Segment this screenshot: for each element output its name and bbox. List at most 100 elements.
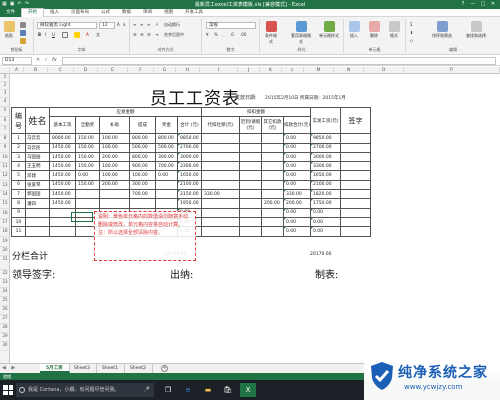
find-select-button[interactable]: 查找和选择: [462, 21, 490, 39]
cell-name[interactable]: 王五明: [25, 161, 50, 172]
cell-total[interactable]: 2100.00: [177, 179, 202, 191]
cell-att[interactable]: 150.00: [75, 151, 100, 163]
cell-dtotal[interactable]: 0.00: [282, 207, 312, 218]
cell-name[interactable]: 郭国国: [25, 189, 50, 200]
cell-leave[interactable]: [239, 151, 262, 163]
cell-total[interactable]: 2700.00: [177, 142, 202, 153]
microphone-icon[interactable]: 🎤: [144, 383, 150, 397]
header-subsidy[interactable]: 补助: [99, 116, 130, 135]
header-attendance[interactable]: 全勤奖: [75, 116, 100, 135]
cell-actual[interactable]: 0.00: [310, 226, 342, 237]
cell-com[interactable]: 100.00: [129, 170, 156, 181]
cell-com[interactable]: 300.00: [129, 179, 156, 191]
file-explorer-icon[interactable]: ▬: [200, 383, 216, 397]
wrap-text-button[interactable]: 自动换行: [164, 22, 180, 28]
cell-sub[interactable]: 200.00: [99, 151, 130, 163]
tab-developer[interactable]: 开发工具: [179, 9, 209, 17]
row-header[interactable]: 26: [0, 306, 10, 315]
decrease-decimal-icon[interactable]: .00: [240, 32, 246, 37]
cell-social[interactable]: [201, 151, 240, 163]
percent-icon[interactable]: %: [214, 32, 218, 37]
cell-att[interactable]: 150.00: [75, 161, 100, 172]
cell-total[interactable]: 9850.00: [177, 133, 202, 144]
cell-leave[interactable]: [239, 216, 262, 228]
row-header[interactable]: 20: [0, 247, 10, 256]
active-cell-selection[interactable]: [71, 212, 93, 222]
cell-bonus[interactable]: [155, 189, 178, 200]
column-header[interactable]: O: [364, 67, 404, 74]
cell-actual[interactable]: 1820.00: [310, 189, 342, 200]
cell-dtotal[interactable]: 0.00: [282, 142, 312, 153]
sheet-tab-sheet2[interactable]: Sheet2: [124, 364, 153, 373]
cell-sub[interactable]: [99, 198, 130, 209]
cell-sub[interactable]: 100.00: [99, 170, 130, 181]
header-deduct-group[interactable]: 扣扣金额: [200, 106, 312, 118]
cell-total[interactable]: 3000.00: [177, 151, 202, 163]
name-box[interactable]: D13: [2, 57, 32, 65]
column-header[interactable]: P: [404, 67, 500, 74]
table-row[interactable]: 1 马云云 8000.00 150.00 100.00 800.00 800.00 9850.…: [11, 133, 372, 144]
enter-icon[interactable]: ✓: [44, 57, 48, 63]
cell-leave[interactable]: [239, 133, 262, 144]
cancel-icon[interactable]: ✕: [36, 57, 40, 63]
cell-leave[interactable]: [239, 198, 262, 209]
cell-no[interactable]: 7: [11, 189, 26, 200]
cell-total[interactable]: 1950.00: [177, 198, 202, 209]
row-header[interactable]: 16: [0, 210, 10, 220]
cell-dtotal[interactable]: 200.00: [282, 198, 312, 209]
cell-sub[interactable]: 100.00: [99, 133, 130, 144]
column-header[interactable]: L: [282, 67, 304, 74]
format-painter-icon[interactable]: [20, 38, 26, 44]
cell-sig[interactable]: [340, 170, 372, 181]
cell-com[interactable]: 800.00: [129, 133, 156, 144]
cell-no[interactable]: 9: [11, 207, 26, 218]
cut-icon[interactable]: [20, 22, 26, 28]
cell-att[interactable]: [75, 189, 100, 200]
header-commission[interactable]: 提成: [129, 116, 156, 135]
sheet-tab-sheet1[interactable]: Sheet1: [96, 364, 125, 373]
cashier-label[interactable]: 出纳:: [170, 266, 193, 281]
cell-dtotal[interactable]: 0.00: [282, 216, 312, 228]
column-header[interactable]: C: [48, 67, 74, 74]
sheet-tab-may-salary[interactable]: 5月工资: [40, 364, 70, 373]
cell-total[interactable]: 3300.00: [177, 161, 202, 172]
header-total[interactable]: 合计 (元): [177, 116, 202, 135]
merge-center-button[interactable]: 合并后居中: [164, 32, 184, 38]
cell-sig[interactable]: [340, 179, 372, 191]
table-row[interactable]: 2 马云民 1450.00 150.00 100.00 500.00 500.00 2700.…: [11, 142, 372, 153]
align-right-icon[interactable]: ☰: [147, 32, 151, 37]
column-header[interactable]: A: [10, 67, 24, 74]
cell-base[interactable]: 1450.00: [49, 142, 76, 153]
row-header[interactable]: 10: [0, 154, 10, 164]
cell-com[interactable]: 500.00: [129, 142, 156, 153]
row-header[interactable]: 30: [0, 342, 10, 351]
column-header[interactable]: B: [24, 67, 48, 74]
cell-base[interactable]: 1450.00: [49, 151, 76, 163]
help-button[interactable]: ?: [458, 0, 468, 9]
cell-att[interactable]: 150.00: [75, 133, 100, 144]
cell-social[interactable]: [201, 161, 240, 172]
tab-insert[interactable]: 插入: [44, 9, 65, 17]
autosum-icon[interactable]: Σ: [410, 22, 413, 27]
column-header[interactable]: F: [128, 67, 154, 74]
cell-actual[interactable]: 1750.00: [310, 198, 342, 209]
tab-home[interactable]: 开始: [21, 7, 44, 18]
cell-social[interactable]: [201, 179, 240, 191]
row-header[interactable]: 23: [0, 279, 10, 288]
cell-bonus[interactable]: 500.00: [155, 142, 178, 153]
clear-icon[interactable]: ◇: [410, 38, 413, 43]
row-header[interactable]: 1: [0, 74, 10, 82]
insert-button[interactable]: 插入: [347, 21, 361, 39]
table-row[interactable]: 4 王五明 1450.00 150.00 100.00 900.00 700.00 3300.…: [11, 161, 372, 172]
tab-review[interactable]: 审阅: [137, 9, 158, 17]
sheet-tab-sheet3[interactable]: Sheet3: [68, 364, 97, 373]
instruction-note[interactable]: 说明：黄色单元格内的数值请勿随意手动删除或修改，单元格内容将自动计算。注：所以选…: [94, 211, 196, 261]
minimize-button[interactable]: —: [468, 0, 478, 9]
row-header[interactable]: 13: [0, 182, 10, 192]
cell-social[interactable]: [201, 207, 240, 218]
cell-total[interactable]: 2150.00: [177, 189, 202, 200]
sheet-content[interactable]: 员工工资表 发放日期: 2015年2月10日 所属日期：2015年1月 编号 姓…: [10, 74, 500, 363]
tab-formulas[interactable]: 公式: [95, 9, 116, 17]
cell-att[interactable]: [75, 198, 100, 209]
cell-bonus[interactable]: 700.00: [155, 161, 178, 172]
